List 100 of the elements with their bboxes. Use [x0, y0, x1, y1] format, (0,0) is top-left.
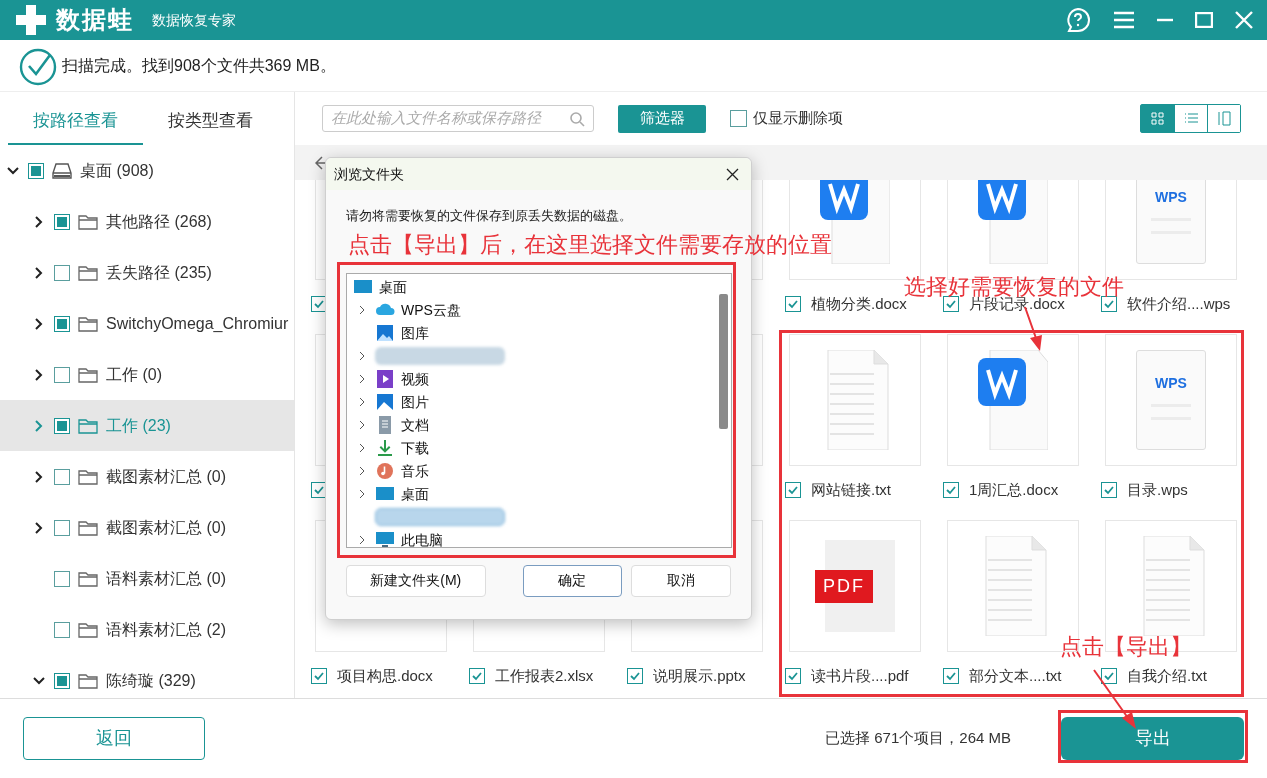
dialog-button[interactable]: 取消	[631, 564, 731, 597]
checkbox[interactable]	[730, 110, 747, 127]
tree-item[interactable]: SwitchyOmega_Chromiur	[0, 298, 294, 349]
checkbox[interactable]	[1101, 482, 1117, 498]
folder-icon	[78, 366, 98, 383]
folder-name: 图片	[401, 392, 429, 412]
tree-item[interactable]: 语料素材汇总 (2)	[0, 604, 294, 655]
checkbox-label: 仅显示删除项	[753, 108, 843, 129]
checkbox[interactable]	[785, 482, 801, 498]
checkbox[interactable]	[943, 482, 959, 498]
scrollbar-thumb[interactable]	[718, 293, 728, 429]
chevron-right-icon[interactable]	[357, 420, 367, 430]
export-button[interactable]: 导出	[1061, 717, 1244, 760]
checkbox[interactable]	[943, 668, 959, 684]
file-name: 网站链接.txt	[811, 479, 891, 500]
computer-icon	[375, 530, 395, 547]
folder-name: 桌面	[401, 484, 429, 504]
chevron-right-icon[interactable]	[357, 305, 367, 315]
checkbox[interactable]	[785, 296, 801, 312]
checkbox[interactable]	[54, 570, 70, 587]
folder-tree-item[interactable]: 图库	[349, 321, 715, 345]
checkbox[interactable]	[311, 668, 327, 684]
grid-view-button[interactable]	[1141, 105, 1174, 132]
menu-icon[interactable]	[1113, 11, 1135, 29]
back-button[interactable]: 返回	[23, 717, 205, 760]
help-icon[interactable]	[1065, 7, 1091, 33]
folder-tree-item[interactable]: 桌面	[349, 482, 715, 506]
chevron-right-icon[interactable]	[357, 489, 367, 499]
checkbox[interactable]	[943, 296, 959, 312]
chevron-right-icon[interactable]	[357, 374, 367, 384]
filter-button[interactable]: 筛选器	[618, 104, 706, 133]
tree-item[interactable]: 语料素材汇总 (0)	[0, 553, 294, 604]
tree-item[interactable]: 桌面 (908)	[0, 145, 294, 196]
checkbox[interactable]	[54, 315, 70, 332]
tree-item-label: 截图素材汇总 (0)	[106, 517, 226, 538]
search-field[interactable]: 在此处输入文件名称或保存路径	[322, 105, 594, 132]
checkbox[interactable]	[1101, 296, 1117, 312]
tree-item-label: 语料素材汇总 (0)	[106, 568, 226, 589]
tree-item-label: SwitchyOmega_Chromiur	[106, 313, 289, 334]
checkbox[interactable]	[54, 621, 70, 638]
tree-item-label: 工作 (0)	[106, 364, 162, 385]
music-icon	[375, 461, 395, 481]
download-icon	[375, 438, 395, 458]
folder-tree-item[interactable]: 文档	[349, 413, 715, 437]
folder-name: 文档	[401, 415, 429, 435]
folder-tree-item[interactable]: 此电脑	[349, 528, 715, 547]
chevron-right-icon[interactable]	[357, 397, 367, 407]
columns-view-button[interactable]	[1207, 105, 1240, 132]
file-card[interactable]	[947, 334, 1079, 466]
file-name: 部分文本....txt	[969, 665, 1062, 686]
folder-tree-item[interactable]: 桌面	[349, 275, 715, 299]
annotation-text: 点击【导出】	[1060, 633, 1192, 661]
word-document-icon	[978, 180, 1048, 264]
view-tab[interactable]: 按类型查看	[143, 92, 278, 145]
wps-document-icon: WPS	[1136, 350, 1206, 450]
dialog-button[interactable]: 确定	[522, 564, 623, 597]
chevron-right-icon[interactable]	[357, 466, 367, 476]
view-tab[interactable]: 按路径查看	[8, 92, 143, 145]
file-card[interactable]: PDF	[789, 520, 921, 652]
checkbox[interactable]	[469, 668, 485, 684]
search-icon[interactable]	[569, 110, 585, 127]
folder-name: 桌面	[379, 277, 407, 297]
minimize-icon[interactable]	[1157, 18, 1173, 22]
tree-item[interactable]: 工作 (0)	[0, 349, 294, 400]
tree-item-label: 其他路径 (268)	[106, 211, 212, 232]
picture-icon	[375, 392, 395, 412]
maximize-icon[interactable]	[1195, 12, 1213, 28]
checkbox[interactable]	[54, 366, 70, 383]
dialog-button[interactable]: 新建文件夹(M)	[346, 564, 486, 597]
folder-tree-item[interactable]: 视频	[349, 367, 715, 391]
checkbox[interactable]	[785, 668, 801, 684]
checkbox[interactable]	[1101, 668, 1117, 684]
app-subtitle: 数据恢复专家	[152, 10, 236, 30]
tree-item[interactable]: 截图素材汇总 (0)	[0, 502, 294, 553]
close-icon[interactable]	[726, 167, 739, 181]
tree-item[interactable]: 其他路径 (268)	[0, 196, 294, 247]
chevron-right-icon[interactable]	[357, 535, 367, 545]
tree-item-label: 桌面 (908)	[80, 160, 154, 181]
folder-tree-item[interactable]: 图片	[349, 390, 715, 414]
checkbox[interactable]	[627, 668, 643, 684]
folder-tree-item[interactable]: 音乐	[349, 459, 715, 483]
chevron-right-icon[interactable]	[357, 443, 367, 453]
checkbox[interactable]	[28, 162, 44, 179]
dialog-message: 请勿将需要恢复的文件保存到原丢失数据的磁盘。	[346, 207, 633, 225]
chevron-right-icon[interactable]	[357, 351, 367, 361]
folder-tree-item[interactable]: 下载	[349, 436, 715, 460]
checkbox[interactable]	[54, 417, 70, 434]
checkbox[interactable]	[54, 468, 70, 485]
checkbox[interactable]	[54, 519, 70, 536]
file-card[interactable]: WPS	[1105, 334, 1237, 466]
checkbox[interactable]	[54, 672, 70, 689]
checkbox[interactable]	[54, 264, 70, 281]
checkbox[interactable]	[54, 213, 70, 230]
app-logo: 数据蛙	[56, 5, 134, 35]
tree-item[interactable]: 丢失路径 (235)	[0, 247, 294, 298]
folder-tree-item[interactable]: WPS云盘	[349, 298, 715, 322]
tree-item[interactable]: 截图素材汇总 (0)	[0, 451, 294, 502]
tree-item-label: 工作 (23)	[106, 415, 171, 436]
tree-item[interactable]: 陈绮璇 (329)	[0, 655, 294, 698]
folder-icon	[78, 315, 98, 332]
